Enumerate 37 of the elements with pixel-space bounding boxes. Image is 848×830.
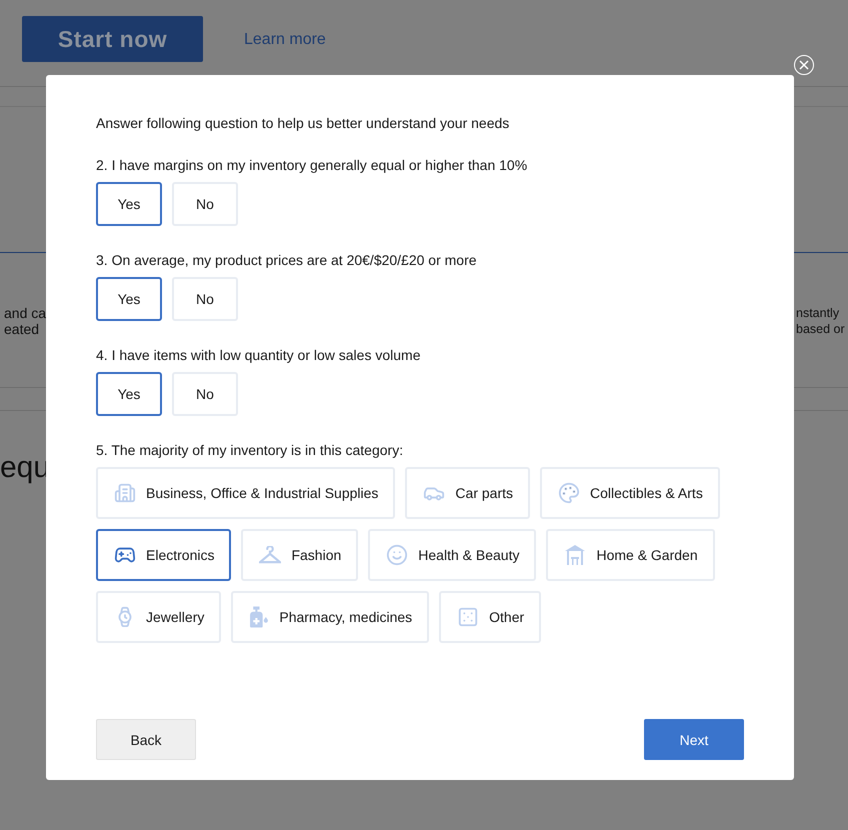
category-option[interactable]: Pharmacy, medicines — [231, 591, 430, 643]
question-text: 3. On average, my product prices are at 20€/$20/£20 or more — [96, 252, 478, 268]
question-text: 2. I have margins on my inventory generally equal or higher than 10% — [96, 157, 528, 173]
building-icon — [114, 482, 136, 504]
category-option[interactable]: Car parts — [405, 467, 530, 519]
answer-option[interactable]: No — [172, 372, 238, 416]
answer-option[interactable]: No — [172, 182, 238, 226]
pump-bottle-icon — [249, 606, 270, 628]
category-option[interactable]: Health & Beauty — [368, 529, 536, 581]
hanger-icon — [259, 546, 282, 564]
background-text: eated — [4, 321, 40, 337]
close-button[interactable] — [794, 55, 814, 75]
answer-option[interactable]: No — [172, 277, 238, 321]
background-text: and ca — [4, 305, 46, 321]
gazebo-icon — [564, 544, 586, 566]
background-text: based or — [796, 321, 845, 337]
category-option[interactable]: Fashion — [241, 529, 358, 581]
category-option[interactable]: Electronics — [96, 529, 232, 581]
question-text: 5. The majority of my inventory is in this category: — [96, 442, 404, 458]
back-button[interactable]: Back — [96, 719, 196, 760]
close-icon — [799, 60, 809, 70]
palette-icon — [558, 482, 580, 504]
category-option[interactable]: Business, Office & Industrial Supplies — [96, 467, 396, 519]
background-text: nstantly — [796, 305, 840, 321]
category-option[interactable]: Collectibles & Arts — [540, 467, 720, 519]
answer-option[interactable]: Yes — [96, 372, 162, 416]
intro-text: Answer following question to help us better understand your needs — [96, 115, 510, 131]
answer-option[interactable]: Yes — [96, 277, 162, 321]
category-option[interactable]: Other — [439, 591, 542, 643]
category-option[interactable]: Jewellery — [96, 591, 222, 643]
category-option[interactable]: Home & Garden — [546, 529, 715, 581]
start-now-button[interactable]: Start now — [22, 16, 203, 62]
answer-option[interactable]: Yes — [96, 182, 162, 226]
next-button[interactable]: Next — [644, 719, 744, 760]
question-text: 4. I have items with low quantity or low sales volume — [96, 347, 422, 363]
smiling-face-icon — [386, 544, 408, 566]
dice-icon — [457, 606, 480, 628]
